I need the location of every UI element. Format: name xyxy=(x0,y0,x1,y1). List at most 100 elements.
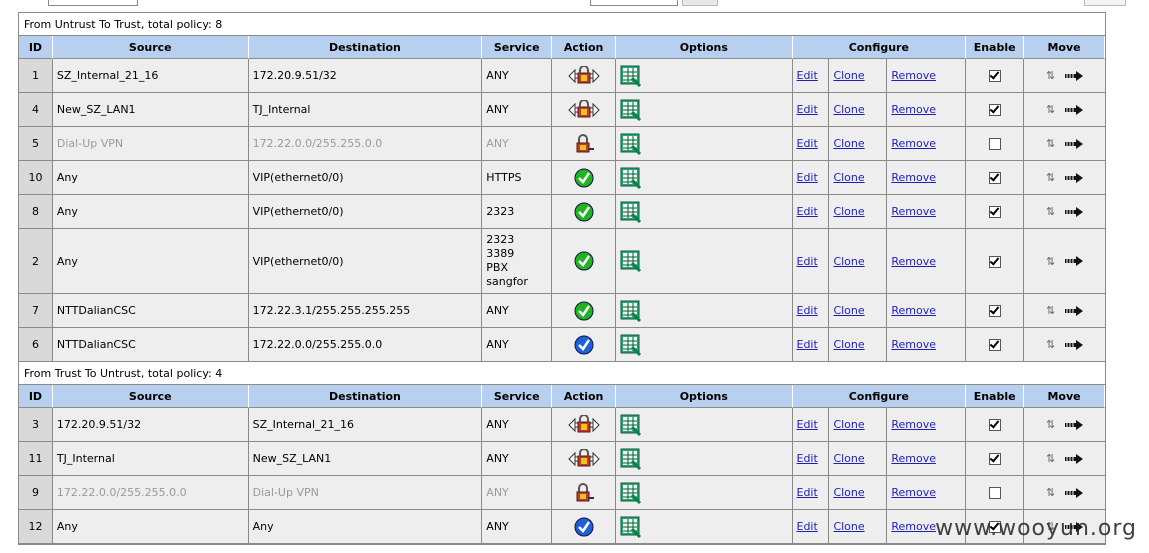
options-table-icon[interactable] xyxy=(620,201,642,223)
reorder-icon[interactable]: ⇅ xyxy=(1046,304,1055,317)
move-arrow-icon[interactable] xyxy=(1065,138,1084,149)
reorder-icon[interactable]: ⇅ xyxy=(1046,205,1055,218)
policy-source: Any xyxy=(52,195,249,229)
options-table-icon[interactable] xyxy=(620,414,642,436)
options-table-icon[interactable] xyxy=(620,167,642,189)
options-table-icon[interactable] xyxy=(620,250,642,272)
clone-link[interactable]: Clone xyxy=(833,338,864,351)
enable-checkbox[interactable] xyxy=(988,206,1001,218)
policy-move: ⇅ xyxy=(1024,195,1105,229)
edit-link[interactable]: Edit xyxy=(797,452,818,465)
enable-checkbox[interactable] xyxy=(988,419,1001,431)
column-header-action: Action xyxy=(552,36,617,59)
clone-link[interactable]: Clone xyxy=(833,171,864,184)
clone-link[interactable]: Clone xyxy=(833,137,864,150)
top-right-button[interactable] xyxy=(1084,0,1126,6)
remove-link[interactable]: Remove xyxy=(891,69,936,82)
enable-checkbox[interactable] xyxy=(988,104,1001,116)
options-table-icon[interactable] xyxy=(620,133,642,155)
enable-checkbox[interactable] xyxy=(988,172,1001,184)
move-arrow-icon[interactable] xyxy=(1065,305,1084,316)
edit-link[interactable]: Edit xyxy=(797,205,818,218)
remove-link[interactable]: Remove xyxy=(891,171,936,184)
enable-checkbox[interactable] xyxy=(988,255,1001,268)
edit-link[interactable]: Edit xyxy=(797,520,818,533)
policy-move: ⇅ xyxy=(1024,442,1105,476)
edit-link[interactable]: Edit xyxy=(797,255,818,268)
enable-checkbox[interactable] xyxy=(988,70,1001,82)
policy-destination: VIP(ethernet0/0) xyxy=(248,161,483,195)
edit-link[interactable]: Edit xyxy=(797,338,818,351)
policy-source: TJ_Internal xyxy=(52,442,249,476)
clone-link[interactable]: Clone xyxy=(833,486,864,499)
clone-link[interactable]: Clone xyxy=(833,103,864,116)
edit-link[interactable]: Edit xyxy=(797,103,818,116)
clone-link[interactable]: Clone xyxy=(833,304,864,317)
move-arrow-icon[interactable] xyxy=(1065,206,1084,217)
edit-link[interactable]: Edit xyxy=(797,171,818,184)
options-table-icon[interactable] xyxy=(620,448,642,470)
enable-checkbox[interactable] xyxy=(988,339,1001,351)
remove-cell: Remove xyxy=(887,442,967,476)
clone-link[interactable]: Clone xyxy=(833,520,864,533)
clone-link[interactable]: Clone xyxy=(833,255,864,268)
move-arrow-icon[interactable] xyxy=(1065,104,1084,115)
move-arrow-icon[interactable] xyxy=(1065,419,1084,430)
reorder-icon[interactable]: ⇅ xyxy=(1046,338,1055,351)
move-arrow-icon[interactable] xyxy=(1065,453,1084,464)
policy-enable xyxy=(966,476,1025,510)
move-arrow-icon[interactable] xyxy=(1065,487,1084,498)
move-arrow-icon[interactable] xyxy=(1065,256,1084,266)
move-arrow-icon[interactable] xyxy=(1065,339,1084,350)
top-input[interactable] xyxy=(48,0,138,6)
options-table-icon[interactable] xyxy=(620,99,642,121)
remove-link[interactable]: Remove xyxy=(891,338,936,351)
clone-link[interactable]: Clone xyxy=(833,69,864,82)
reorder-icon[interactable]: ⇅ xyxy=(1046,171,1055,184)
clone-link[interactable]: Clone xyxy=(833,452,864,465)
edit-link[interactable]: Edit xyxy=(797,486,818,499)
edit-link[interactable]: Edit xyxy=(797,418,818,431)
enable-checkbox[interactable] xyxy=(988,305,1001,317)
remove-link[interactable]: Remove xyxy=(891,103,936,116)
reorder-icon[interactable]: ⇅ xyxy=(1046,486,1055,499)
remove-link[interactable]: Remove xyxy=(891,520,936,533)
clone-link[interactable]: Clone xyxy=(833,418,864,431)
edit-link[interactable]: Edit xyxy=(797,304,818,317)
top-button[interactable] xyxy=(682,0,718,6)
options-table-icon[interactable] xyxy=(620,334,642,356)
remove-link[interactable]: Remove xyxy=(891,255,936,268)
column-header-service: Service xyxy=(482,36,553,59)
tunnel-icon xyxy=(567,448,600,466)
policy-source: 172.20.9.51/32 xyxy=(52,408,249,442)
policy-source: Any xyxy=(52,229,249,294)
reorder-icon[interactable]: ⇅ xyxy=(1046,137,1055,150)
options-table-icon[interactable] xyxy=(620,300,642,322)
options-table-icon[interactable] xyxy=(620,65,642,87)
service-item: HTTPS xyxy=(486,170,522,184)
clone-link[interactable]: Clone xyxy=(833,205,864,218)
reorder-icon[interactable]: ⇅ xyxy=(1046,103,1055,116)
remove-link[interactable]: Remove xyxy=(891,304,936,317)
reorder-icon[interactable]: ⇅ xyxy=(1046,69,1055,82)
remove-link[interactable]: Remove xyxy=(891,205,936,218)
enable-checkbox[interactable] xyxy=(988,138,1001,150)
remove-link[interactable]: Remove xyxy=(891,418,936,431)
options-table-icon[interactable] xyxy=(620,516,642,538)
move-arrow-icon[interactable] xyxy=(1065,70,1084,81)
policy-action xyxy=(552,328,617,362)
edit-link[interactable]: Edit xyxy=(797,137,818,150)
enable-checkbox[interactable] xyxy=(988,487,1001,499)
edit-link[interactable]: Edit xyxy=(797,69,818,82)
reorder-icon[interactable]: ⇅ xyxy=(1046,418,1055,431)
enable-checkbox[interactable] xyxy=(988,453,1001,465)
remove-link[interactable]: Remove xyxy=(891,137,936,150)
column-header-service: Service xyxy=(482,385,553,408)
remove-link[interactable]: Remove xyxy=(891,452,936,465)
move-arrow-icon[interactable] xyxy=(1065,172,1084,183)
options-table-icon[interactable] xyxy=(620,482,642,504)
reorder-icon[interactable]: ⇅ xyxy=(1046,255,1055,268)
reorder-icon[interactable]: ⇅ xyxy=(1046,452,1055,465)
top-select[interactable] xyxy=(590,0,678,6)
remove-link[interactable]: Remove xyxy=(891,486,936,499)
